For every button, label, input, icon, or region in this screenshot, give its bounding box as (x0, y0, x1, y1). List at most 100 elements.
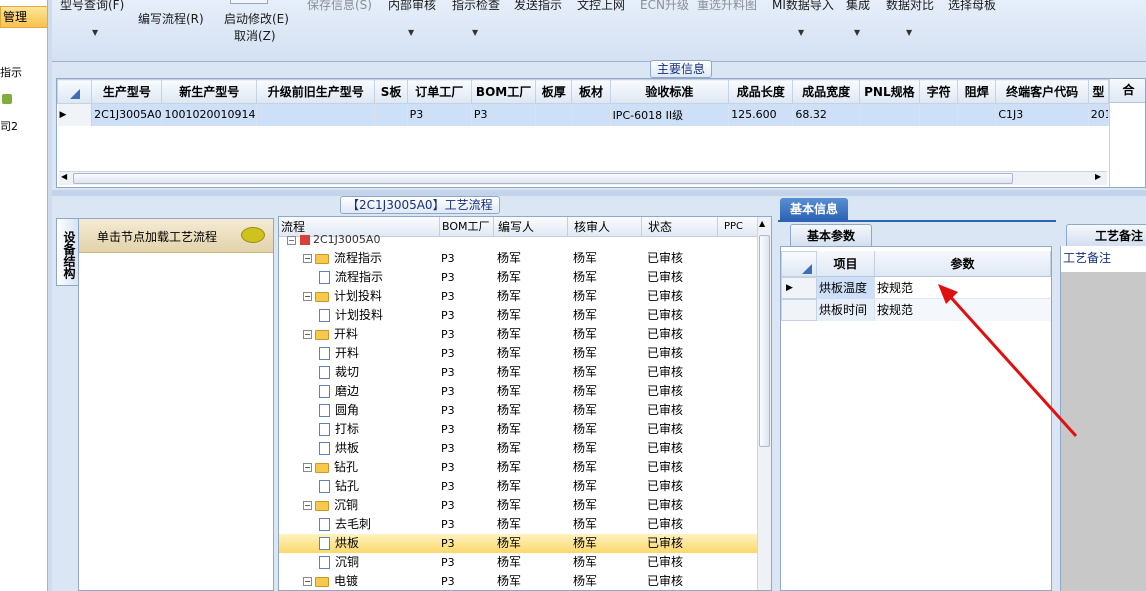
tree-node[interactable]: − 沉铜 (303, 496, 358, 515)
reviewer-cell[interactable]: 杨军 (573, 477, 597, 496)
column-header[interactable]: 项目 (817, 251, 875, 277)
writer-cell[interactable]: 杨军 (497, 363, 521, 382)
status-cell[interactable]: 已审核 (647, 325, 683, 344)
tree-node[interactable]: 沉铜 (319, 553, 359, 572)
status-cell[interactable]: 已审核 (647, 306, 683, 325)
bom-cell[interactable]: P3 (441, 534, 455, 553)
tree-node[interactable]: 流程指示 (319, 268, 383, 287)
tree-node[interactable]: 去毛刺 (319, 515, 371, 534)
reviewer-cell[interactable]: 杨军 (573, 287, 597, 306)
bom-cell[interactable]: P3 (441, 515, 455, 534)
nav-item-instruction[interactable]: 指示 (0, 64, 22, 80)
reviewer-cell[interactable]: 杨军 (573, 496, 597, 515)
bom-cell[interactable]: P3 (441, 249, 455, 268)
bom-cell[interactable]: P3 (441, 496, 455, 515)
reviewer-cell[interactable]: 杨军 (573, 515, 597, 534)
instruction-check-button[interactable]: 指示检查 (452, 0, 500, 13)
tree-node[interactable]: − 计划投料 (303, 287, 382, 306)
nav-item-2[interactable]: 司2 (0, 118, 18, 134)
column-header[interactable]: 编写人 (493, 217, 534, 237)
status-cell[interactable]: 已审核 (647, 477, 683, 496)
status-cell[interactable]: 已审核 (647, 401, 683, 420)
table-cell[interactable]: 10010200109146 (161, 103, 257, 126)
writer-cell[interactable]: 杨军 (497, 534, 521, 553)
column-header[interactable]: S板 (374, 79, 408, 104)
table-cell[interactable]: P3 (471, 103, 537, 126)
column-header[interactable]: BOM工厂 (439, 217, 490, 237)
column-header[interactable]: 核审人 (567, 217, 610, 237)
tree-row[interactable]: 计划投料 P3 杨军 杨军 已审核 (279, 306, 757, 325)
collapse-icon[interactable]: − (303, 330, 312, 339)
reviewer-cell[interactable]: 杨军 (573, 344, 597, 363)
tree-row[interactable]: 开料 P3 杨军 杨军 已审核 (279, 344, 757, 363)
writer-cell[interactable]: 杨军 (497, 306, 521, 325)
scroll-right-icon[interactable]: ▶ (1095, 172, 1101, 181)
scroll-left-icon[interactable]: ◀ (61, 172, 67, 181)
writer-cell[interactable]: 杨军 (497, 249, 521, 268)
bom-cell[interactable]: P3 (441, 439, 455, 458)
status-cell[interactable]: 已审核 (647, 363, 683, 382)
collapse-icon[interactable]: − (303, 254, 312, 263)
scroll-up-icon[interactable]: ▲ (759, 219, 765, 228)
tree-row[interactable]: 打标 P3 杨军 杨军 已审核 (279, 420, 757, 439)
tree-node[interactable]: 打标 (319, 420, 359, 439)
tree-node[interactable]: 裁切 (319, 363, 359, 382)
tree-node[interactable]: 开料 (319, 344, 359, 363)
bom-cell[interactable]: P3 (441, 382, 455, 401)
bom-cell[interactable]: P3 (441, 401, 455, 420)
vertical-scrollbar[interactable]: ▲ (757, 217, 771, 590)
bom-cell[interactable]: P3 (441, 363, 455, 382)
status-cell[interactable]: 已审核 (647, 534, 683, 553)
param-item-cell[interactable]: 烘板温度 (817, 277, 875, 299)
reviewer-cell[interactable]: 杨军 (573, 325, 597, 344)
tab-process-notes[interactable]: 工艺备注 (1066, 224, 1146, 246)
reviewer-cell[interactable]: 杨军 (573, 268, 597, 287)
bom-cell[interactable]: P3 (441, 458, 455, 477)
doc-upload-button[interactable]: 文控上网 (577, 0, 625, 13)
tree-node[interactable]: 烘板 (319, 439, 359, 458)
collapse-icon[interactable]: − (303, 501, 312, 510)
row-selector-header[interactable] (57, 79, 93, 104)
column-header[interactable]: 型 (1087, 79, 1110, 104)
tree-node[interactable]: 钻孔 (319, 477, 359, 496)
param-item-cell[interactable]: 烘板时间 (817, 299, 875, 321)
column-header[interactable]: 订单工厂 (406, 79, 472, 104)
table-row[interactable]: ▶ 2C1J3005A0 10010200109146 P3 P3 IPC-60… (57, 103, 1110, 126)
tree-row[interactable]: 去毛刺 P3 杨军 杨军 已审核 (279, 515, 757, 534)
writer-cell[interactable]: 杨军 (497, 382, 521, 401)
status-cell[interactable]: 已审核 (647, 344, 683, 363)
tree-node[interactable]: − 电镀 (303, 572, 358, 590)
table-cell[interactable]: 2C1J3005A0 (91, 103, 163, 126)
horizontal-scrollbar[interactable]: ◀ ▶ (59, 171, 1107, 185)
reviewer-cell[interactable]: 杨军 (573, 572, 597, 590)
table-cell[interactable] (957, 103, 997, 126)
cancel-button[interactable]: 取消(Z) (234, 27, 276, 44)
ecn-upgrade-button[interactable]: ECN升级 (640, 0, 689, 13)
tree-node[interactable]: 烘板 (319, 534, 359, 553)
reviewer-cell[interactable]: 杨军 (573, 401, 597, 420)
tree-row[interactable]: − 开料 P3 杨军 杨军 已审核 (279, 325, 757, 344)
tree-node[interactable]: − 钻孔 (303, 458, 358, 477)
column-header[interactable]: 参数 (875, 251, 1051, 277)
writer-cell[interactable]: 杨军 (497, 420, 521, 439)
row-selector[interactable] (781, 299, 817, 321)
collapse-icon[interactable]: − (303, 292, 312, 301)
writer-cell[interactable]: 杨军 (497, 344, 521, 363)
table-cell[interactable]: P3 (407, 103, 472, 126)
reviewer-cell[interactable]: 杨军 (573, 458, 597, 477)
column-header[interactable]: 成品长度 (728, 79, 794, 104)
integrate-button[interactable]: 集成 (846, 0, 870, 13)
writer-cell[interactable]: 杨军 (497, 572, 521, 590)
collapse-icon[interactable]: − (287, 235, 296, 245)
tree-row[interactable]: 钻孔 P3 杨军 杨军 已审核 (279, 477, 757, 496)
reviewer-cell[interactable]: 杨军 (573, 382, 597, 401)
writer-cell[interactable]: 杨军 (497, 458, 521, 477)
status-cell[interactable]: 已审核 (647, 268, 683, 287)
save-info-button[interactable]: 保存信息(S) (307, 0, 372, 13)
writer-cell[interactable]: 杨军 (497, 287, 521, 306)
writer-cell[interactable]: 杨军 (497, 477, 521, 496)
status-cell[interactable]: 已审核 (647, 553, 683, 572)
tree-row[interactable]: 流程指示 P3 杨军 杨军 已审核 (279, 268, 757, 287)
edit-flow-button[interactable]: 编写流程(R) (138, 10, 204, 27)
collapse-icon[interactable]: − (303, 577, 312, 586)
